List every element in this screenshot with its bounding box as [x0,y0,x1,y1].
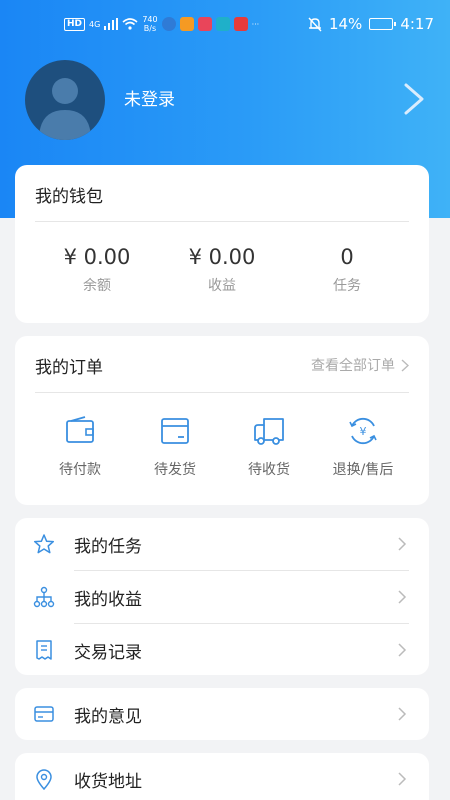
clock: 4:17 [400,15,434,33]
hierarchy-icon [33,586,55,608]
chevron-right-icon [398,590,407,604]
order-returns-label: 退换/售后 [332,462,394,478]
battery-percent: 14% [328,15,363,33]
status-left: HD 4G 740 B/s ··· [64,15,259,33]
order-pending-shipment[interactable]: 待发货 [125,414,225,479]
battery-icon [369,18,397,30]
order-pending-payment-label: 待付款 [59,462,101,478]
earnings-value: ¥ 0.00 [188,245,256,269]
card-icon [34,706,54,722]
chevron-right-icon [398,537,407,551]
chevron-right-icon [398,707,407,721]
default-avatar-icon [39,78,91,140]
app-notify-icon-5 [233,17,248,31]
menu-item-shipping-address[interactable]: 收货地址 [15,753,429,800]
menu-item-my-tasks[interactable]: 我的任务 [15,518,429,570]
menu-label-my-tasks: 我的任务 [74,537,142,557]
status-bar: HD 4G 740 B/s ··· 14% 4:17 [0,0,450,50]
orders-card: 我的订单 查看全部订单 待付款 待发货 待收货 ¥ 退换/售后 [15,336,429,505]
login-status-label[interactable]: 未登录 [124,85,175,110]
menu-label-shipping-address: 收货地址 [74,772,142,792]
wallet-icon [66,416,94,443]
menu-item-transactions[interactable]: 交易记录 [15,624,429,676]
signal-label: 4G [89,19,101,29]
tasks-value: 0 [340,245,354,269]
wallet-stat-earnings[interactable]: ¥ 0.00 收益 [157,245,287,295]
mute-bell-icon [308,17,322,31]
star-icon [33,534,55,554]
refund-icon: ¥ [349,417,377,445]
receipt-icon [36,640,52,660]
app-notify-icon-3 [197,17,212,31]
order-pending-payment[interactable]: 待付款 [30,414,130,479]
wifi-icon [122,18,138,30]
app-notify-icon-1 [161,17,176,31]
chevron-right-icon [401,358,409,372]
menu-item-feedback[interactable]: 我的意见 [15,688,429,740]
order-pending-shipment-label: 待发货 [154,462,196,478]
divider [35,392,409,393]
app-notify-icon-4 [215,17,230,31]
menu-label-transactions: 交易记录 [74,643,142,663]
package-icon [161,418,189,444]
chevron-right-icon [398,643,407,657]
app-notify-icon-2 [179,17,194,31]
net-speed: 740 B/s [142,15,157,33]
menu-group-1: 我的任务 我的收益 交易记录 [15,518,429,675]
wallet-stat-balance[interactable]: ¥ 0.00 余额 [32,245,162,295]
tasks-label: 任务 [333,278,361,294]
svg-text:¥: ¥ [360,425,367,438]
view-all-orders-link[interactable]: 查看全部订单 [311,355,409,375]
order-pending-receipt-label: 待收货 [248,462,290,478]
menu-group-3: 收货地址 [15,753,429,800]
hd-badge: HD [64,17,86,31]
more-notifications-icon: ··· [251,19,260,29]
signal-icon [104,18,119,30]
wallet-stat-tasks[interactable]: 0 任务 [282,245,412,295]
chevron-right-icon [398,772,407,786]
balance-value: ¥ 0.00 [63,245,131,269]
divider [35,221,409,222]
truck-icon [254,418,284,445]
net-speed-value: 740 [142,15,158,24]
menu-label-feedback: 我的意见 [74,707,142,727]
status-right: 14% 4:17 [308,15,434,33]
location-pin-icon [36,769,52,790]
net-speed-unit: B/s [143,24,157,33]
chevron-right-icon[interactable] [398,82,428,116]
wallet-title: 我的钱包 [35,187,103,207]
menu-label-my-earnings: 我的收益 [74,590,142,610]
earnings-label: 收益 [208,278,236,294]
menu-group-2: 我的意见 [15,688,429,740]
orders-title: 我的订单 [35,358,103,378]
menu-item-my-earnings[interactable]: 我的收益 [15,571,429,623]
avatar[interactable] [25,60,105,140]
order-returns[interactable]: ¥ 退换/售后 [313,414,413,479]
view-all-orders-label: 查看全部订单 [311,358,395,374]
wallet-card: 我的钱包 ¥ 0.00 余额 ¥ 0.00 收益 0 任务 [15,165,429,323]
order-pending-receipt[interactable]: 待收货 [219,414,319,479]
balance-label: 余额 [83,278,111,294]
